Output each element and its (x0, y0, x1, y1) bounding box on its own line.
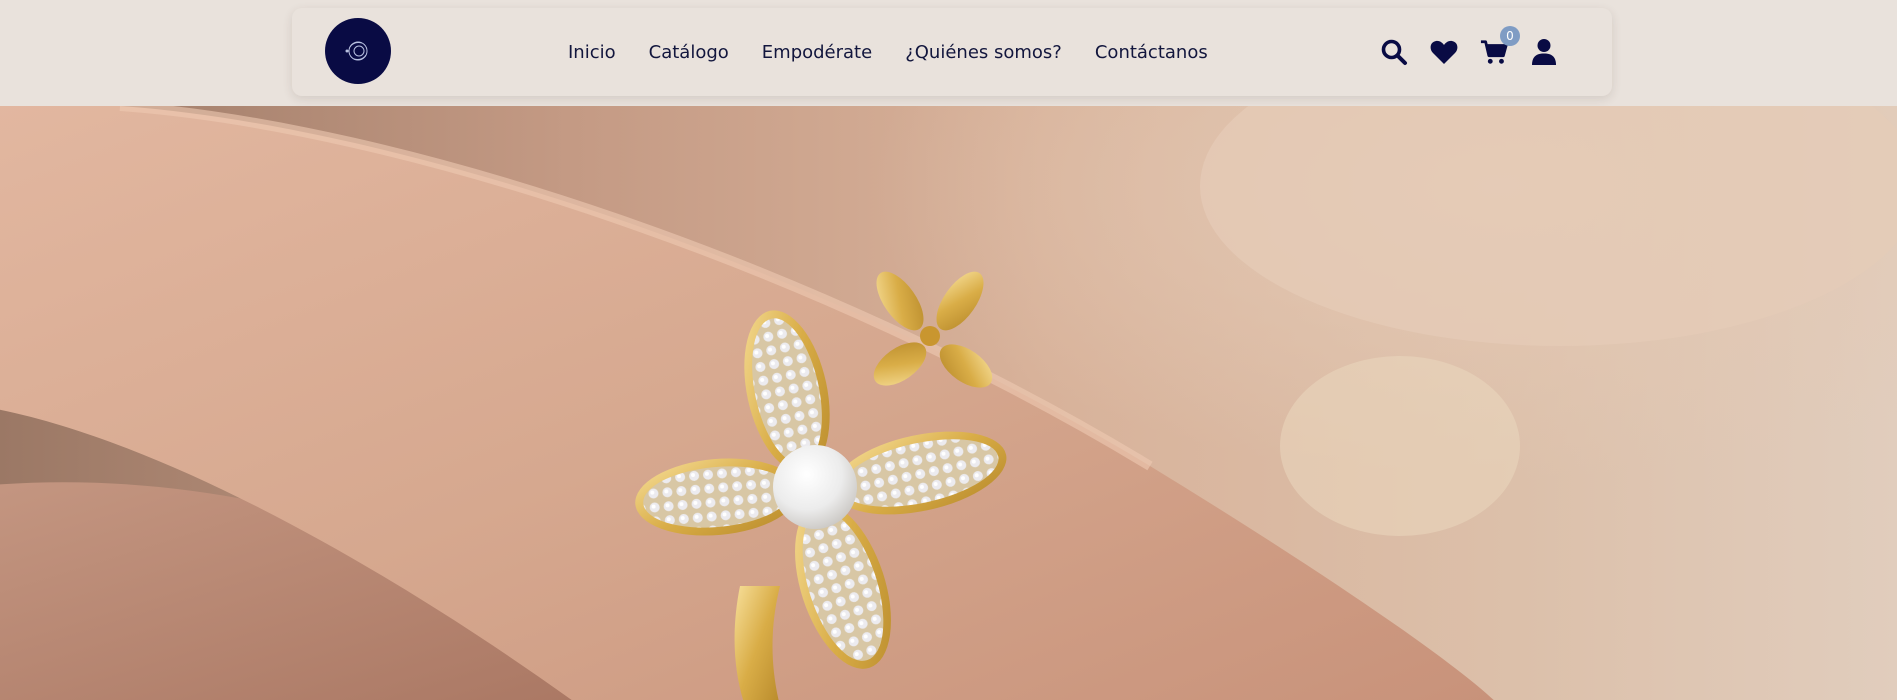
nav-actions: 0 (1380, 8, 1558, 96)
main-nav: Inicio Catálogo Empodérate ¿Quiénes somo… (568, 8, 1241, 96)
brand-logo[interactable] (325, 18, 391, 84)
navbar: Inicio Catálogo Empodérate ¿Quiénes somo… (292, 8, 1612, 96)
nav-empoderate[interactable]: Empodérate (762, 42, 872, 63)
search-icon (1381, 39, 1407, 65)
heart-icon (1430, 40, 1458, 64)
wishlist-button[interactable] (1430, 38, 1458, 66)
search-button[interactable] (1380, 38, 1408, 66)
logo-emblem-icon (345, 41, 368, 61)
cart-count-badge: 0 (1500, 26, 1520, 46)
nav-catalogo[interactable]: Catálogo (649, 42, 729, 63)
cart-button[interactable]: 0 (1480, 26, 1520, 66)
account-button[interactable] (1530, 38, 1558, 66)
nav-contactanos[interactable]: Contáctanos (1095, 42, 1208, 63)
nav-inicio[interactable]: Inicio (568, 42, 616, 63)
user-icon (1532, 39, 1556, 65)
hero-banner (0, 106, 1897, 700)
nav-quienes-somos[interactable]: ¿Quiénes somos? (905, 42, 1062, 63)
hero-image (0, 106, 1897, 700)
